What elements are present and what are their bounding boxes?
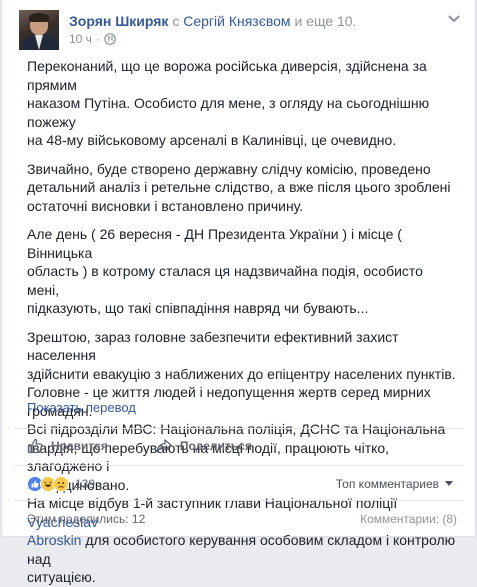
shares-count[interactable]: Этим поделились: 12: [27, 512, 145, 526]
author-name[interactable]: Зорян Шкиряк: [69, 13, 168, 29]
author-avatar[interactable]: [19, 10, 59, 50]
post-paragraph-3: Але день ( 26 вересня - ДН Президента Ук…: [27, 226, 423, 316]
sad-reaction-icon: [53, 476, 69, 492]
share-icon: [156, 439, 172, 453]
like-label: Нравится: [51, 439, 108, 453]
post-paragraph-4: Зрештою, зараз головне забезпечити ефект…: [27, 328, 456, 586]
reactions-summary[interactable]: 139: [27, 476, 95, 492]
post-paragraph-2: Звичайно, буде створено державну слідчу …: [27, 160, 451, 214]
tagged-person-link[interactable]: Сергій Князєвом: [183, 13, 290, 29]
like-button[interactable]: Нравится: [27, 438, 108, 454]
post-time[interactable]: 10 ч: [69, 32, 92, 46]
post-header: Зорян Шкиряк с Сергій Князєвом и еще 10.: [69, 12, 356, 30]
meta-separator: ·: [95, 32, 100, 46]
and-more-link[interactable]: и еще 10.: [294, 13, 356, 29]
profile-link-abroskin-2[interactable]: Abroskin: [27, 532, 81, 548]
thumbs-up-icon: [27, 438, 43, 454]
with-prefix: с: [172, 13, 180, 29]
top-comments-label: Топ комментариев: [335, 477, 439, 491]
divider: [14, 428, 463, 429]
show-translation-link[interactable]: Показать перевод: [27, 400, 136, 415]
post-card: Зорян Шкиряк с Сергій Князєвом и еще 10.…: [1, 0, 476, 585]
reaction-count: 139: [75, 477, 96, 491]
caret-down-icon: [445, 481, 453, 486]
share-button[interactable]: Поделиться: [156, 438, 252, 454]
post-text: Переконаний, що це ворожа російська диве…: [27, 57, 457, 587]
divider: [14, 465, 463, 466]
action-bar: Нравится Поделиться: [27, 438, 252, 454]
post-meta: 10 ч ·: [69, 32, 116, 46]
comments-count[interactable]: Комментарии: (8): [360, 512, 457, 526]
top-comments-dropdown[interactable]: Топ комментариев: [336, 477, 453, 491]
globe-icon: [104, 33, 116, 45]
chevron-down-icon[interactable]: [447, 14, 461, 24]
share-label: Поделиться: [179, 439, 252, 453]
post-paragraph-1: Переконаний, що це ворожа російська диве…: [27, 58, 430, 148]
divider: [14, 500, 463, 501]
